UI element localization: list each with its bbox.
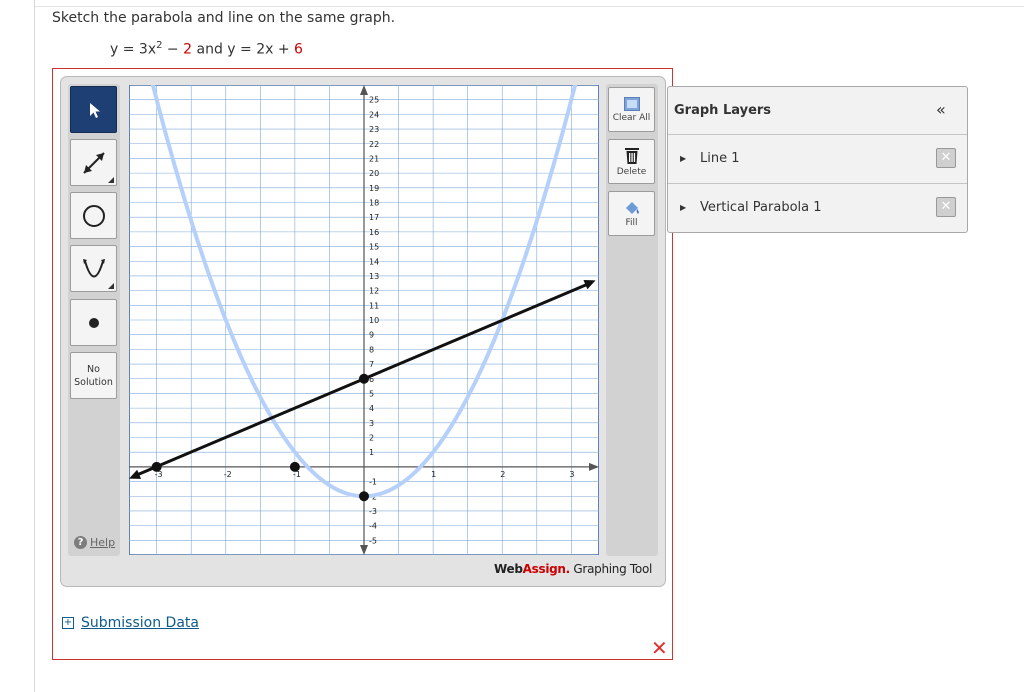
- y-tick-label: 17: [369, 213, 379, 222]
- delete-label: Delete: [616, 166, 647, 177]
- fill-label: Fill: [625, 217, 638, 228]
- y-tick-label: 24: [369, 110, 379, 119]
- y-tick-label: 23: [369, 125, 379, 134]
- layer-label: Vertical Parabola 1: [700, 200, 822, 215]
- left-rule: [34, 0, 35, 692]
- y-tick-label: 25: [369, 96, 379, 105]
- eq2-constant: 6: [294, 41, 303, 58]
- y-tick-label: 19: [369, 184, 379, 193]
- fill-button[interactable]: Fill: [608, 191, 655, 236]
- no-solution-button[interactable]: No Solution: [70, 352, 117, 399]
- y-tick-label: 21: [369, 154, 379, 163]
- y-tick-label: -4: [369, 522, 377, 531]
- tool-options-corner: [108, 177, 114, 183]
- parabola-tool-button[interactable]: [70, 245, 117, 292]
- caret-right-icon: ▶: [680, 203, 687, 212]
- graph-point: [289, 461, 300, 472]
- y-tick-label: 1: [369, 448, 374, 457]
- expand-icon: +: [62, 617, 74, 629]
- clear-all-button[interactable]: Clear All: [608, 87, 655, 132]
- graph-layers-panel: Graph Layers « ▶ Line 1 ✕ ▶ Vertical Par…: [667, 86, 968, 233]
- paint-bucket-icon: [625, 201, 639, 214]
- pointer-tool-button[interactable]: [70, 86, 117, 133]
- y-tick-label: -1: [369, 478, 377, 487]
- question-prompt: Sketch the parabola and line on the same…: [52, 10, 396, 26]
- y-tick-label: 18: [369, 199, 379, 208]
- submission-data-label: Submission Data: [81, 615, 199, 631]
- collapse-panel-button[interactable]: «: [936, 100, 946, 119]
- parabola-icon: [82, 258, 105, 277]
- help-icon: ?: [74, 536, 87, 549]
- no-solution-label: No Solution: [74, 363, 113, 388]
- clear-all-icon: [623, 96, 640, 111]
- help-link[interactable]: ? Help: [74, 536, 115, 549]
- eq1-minus: −: [162, 41, 184, 58]
- line-tool-button[interactable]: [70, 139, 117, 186]
- x-tick-label: 3: [569, 470, 574, 479]
- y-tick-label: 4: [369, 404, 374, 413]
- delete-button[interactable]: Delete: [608, 139, 655, 184]
- y-tick-label: 11: [369, 301, 379, 310]
- y-tick-label: 3: [369, 419, 374, 428]
- y-tick-label: 8: [369, 345, 374, 354]
- y-tick-label: 2: [369, 434, 374, 443]
- graph-point: [359, 491, 369, 502]
- layer-row-parabola[interactable]: ▶ Vertical Parabola 1 ✕: [668, 184, 967, 232]
- help-label: Help: [90, 536, 116, 549]
- incorrect-x-icon: ✕: [651, 636, 668, 660]
- layers-title: Graph Layers: [674, 103, 772, 118]
- y-tick-label: 20: [369, 169, 379, 178]
- y-tick-label: 22: [369, 140, 379, 149]
- y-tick-label: 14: [369, 257, 379, 266]
- clear-all-label: Clear All: [612, 112, 651, 123]
- eq2-lhs: y = 2x +: [227, 41, 295, 58]
- remove-layer-button[interactable]: ✕: [936, 148, 956, 168]
- circle-tool-button[interactable]: [70, 192, 117, 239]
- y-tick-label: 12: [369, 287, 379, 296]
- y-tick-label: 9: [369, 331, 374, 340]
- top-rule: [35, 6, 1024, 7]
- graph-point: [151, 461, 162, 472]
- eq1-lhs: y = 3x: [110, 41, 157, 58]
- remove-layer-button[interactable]: ✕: [936, 197, 956, 217]
- graph-canvas[interactable]: -3 -2 -1 1 2 3-5-4-3-2-1123456789101112131415…: [129, 85, 599, 555]
- line-icon: [82, 151, 105, 174]
- x-tick-label: -2: [224, 470, 232, 479]
- y-tick-label: 13: [369, 272, 379, 281]
- layers-header: Graph Layers «: [668, 87, 967, 135]
- submission-data-toggle[interactable]: + Submission Data: [62, 615, 199, 631]
- y-tick-label: -5: [369, 536, 377, 545]
- trash-icon: [624, 147, 639, 164]
- caret-right-icon: ▶: [680, 154, 687, 163]
- layer-label: Line 1: [700, 151, 740, 166]
- x-tick-label: 2: [500, 470, 505, 479]
- y-tick-label: 5: [369, 389, 374, 398]
- tool-options-corner: [108, 283, 114, 289]
- circle-icon: [82, 204, 105, 227]
- point-icon: [88, 317, 99, 328]
- point-tool-button[interactable]: [70, 299, 117, 346]
- x-tick-label: 1: [431, 470, 436, 479]
- eq-conjunction: and: [192, 41, 228, 58]
- webassign-brand: WebAssign. Graphing Tool: [494, 562, 653, 576]
- y-tick-label: 15: [369, 243, 379, 252]
- y-tick-label: 10: [369, 316, 379, 325]
- y-tick-label: 16: [369, 228, 379, 237]
- y-tick-label: 7: [369, 360, 374, 369]
- equation: y = 3x2 − 2 and y = 2x + 6: [110, 40, 303, 58]
- graph-point: [359, 373, 369, 384]
- y-tick-label: -3: [369, 507, 377, 516]
- layer-row-line[interactable]: ▶ Line 1 ✕: [668, 135, 967, 184]
- eq1-constant: 2: [183, 41, 193, 58]
- pointer-icon: [89, 102, 100, 118]
